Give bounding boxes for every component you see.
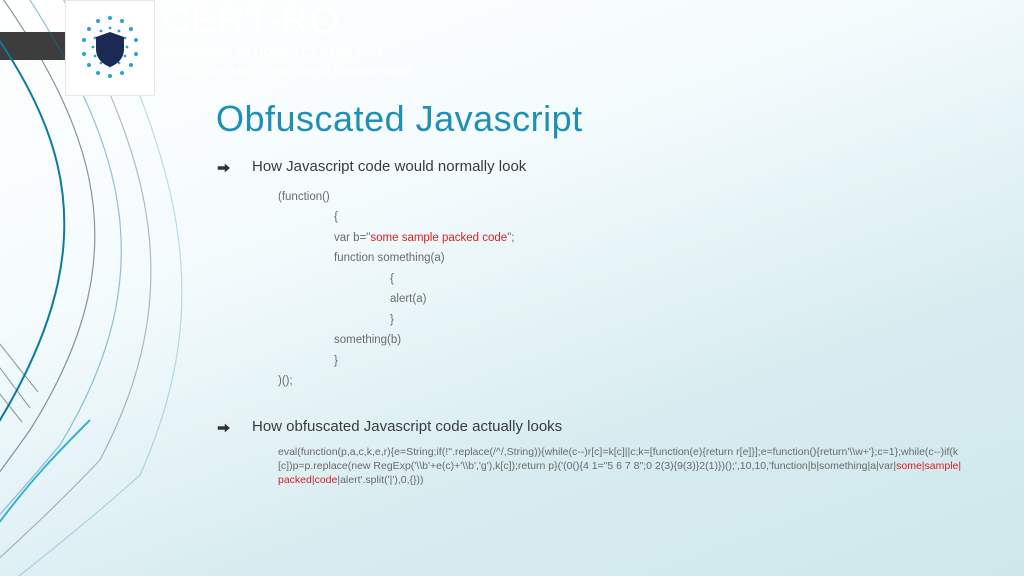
code-line: { [278, 269, 964, 289]
bullet-1: How Javascript code would normally look [216, 158, 964, 175]
logo-subtitle-1: ROMANIAN NATIONAL CENTER FOR [163, 44, 413, 60]
code-string-literal: some sample packed code [370, 232, 507, 244]
code-line: } [278, 351, 964, 371]
code-line: function something(a) [278, 248, 964, 268]
code-sample-normal: (function() { var b="some sample packed … [278, 187, 964, 392]
slide-body: How Javascript code would normally look … [216, 158, 964, 487]
code-line: alert(a) [278, 289, 964, 309]
code-line: something(b) [278, 330, 964, 350]
logo-text: CERT-RO ROMANIAN NATIONAL CENTER FOR CYB… [163, 0, 413, 80]
left-accent-bar [0, 32, 70, 60]
bullet-2: How obfuscated Javascript code actually … [216, 418, 964, 435]
bullet-1-text: How Javascript code would normally look [252, 158, 526, 175]
bullet-2-text: How obfuscated Javascript code actually … [252, 418, 562, 435]
page-title: Obfuscated Javascript [216, 98, 583, 140]
bullet-icon [216, 161, 230, 175]
logo-image [65, 0, 155, 96]
code-sample-obfuscated: eval(function(p,a,c,k,e,r){e=String;if(!… [278, 445, 964, 488]
code-line: var b="some sample packed code"; [278, 228, 964, 248]
bullet-icon [216, 421, 230, 435]
logo-block: CERT-RO ROMANIAN NATIONAL CENTER FOR CYB… [65, 0, 413, 96]
logo-title: CERT-RO [163, 2, 413, 40]
code-line: } [278, 310, 964, 330]
slide: CERT-RO ROMANIAN NATIONAL CENTER FOR CYB… [0, 0, 1024, 576]
code-line: { [278, 207, 964, 227]
code-line: (function() [278, 187, 964, 207]
logo-subtitle-2: CYBERSECURITY INCIDENTS RESPONSE [163, 64, 413, 80]
code-line: )(); [278, 371, 964, 391]
